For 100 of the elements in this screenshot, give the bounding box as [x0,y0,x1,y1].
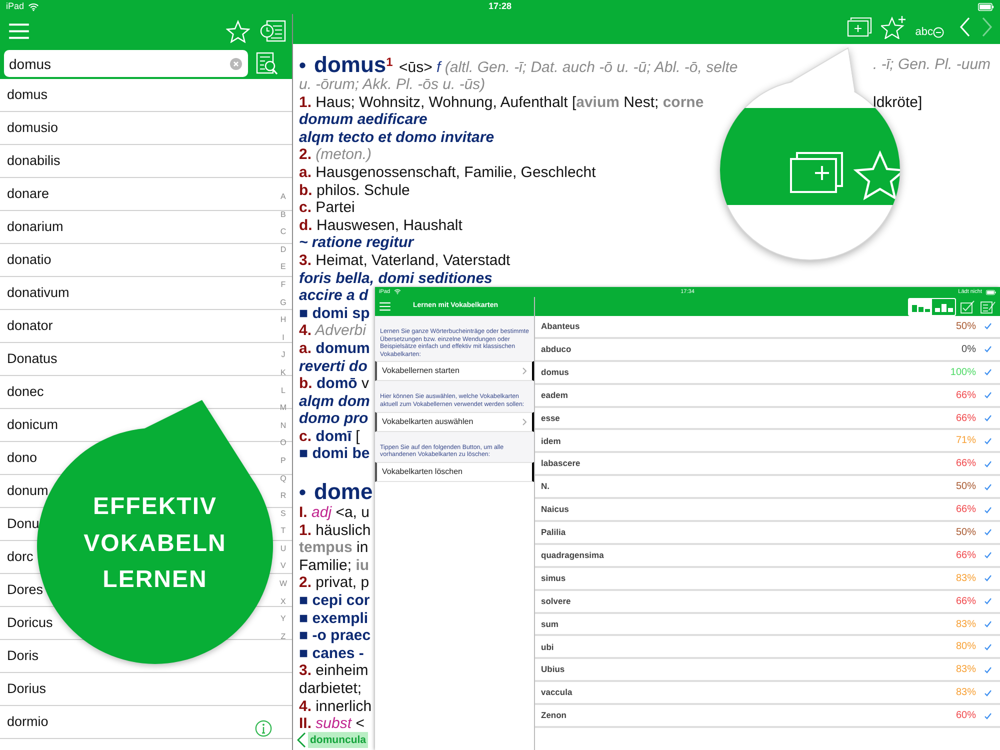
index-letter[interactable]: O [279,434,287,452]
check-icon[interactable] [984,460,992,468]
checkbox-edit-icon[interactable] [960,300,976,314]
minus-circle-icon [933,27,944,38]
list-item[interactable]: Dorius [7,678,46,700]
check-icon[interactable] [984,597,992,606]
back-link[interactable]: domuncula [308,732,368,748]
card-word: eadem [541,388,569,402]
index-letter[interactable]: Q [279,470,287,488]
menu-row[interactable]: Vokabellernen starten [375,361,534,382]
check-icon[interactable] [984,322,992,330]
entry-line: d. Hauswesen, Haushalt [299,216,462,234]
clock-time: 17:28 [488,0,512,14]
check-icon[interactable] [984,436,992,445]
index-letter[interactable]: R [279,487,287,505]
entry-line: c. Partei [299,199,355,217]
list-item[interactable]: Doris [7,646,39,666]
index-letter[interactable]: I [279,328,287,346]
index-letter[interactable]: V [279,557,287,576]
list-edit-icon[interactable] [980,300,996,314]
menu-row[interactable]: Vokabelkarten auswählen [375,412,534,432]
index-letter[interactable]: F [279,276,287,294]
card-word: N. [541,480,550,494]
check-icon[interactable] [984,551,992,560]
check-icon[interactable] [984,528,992,536]
index-letter[interactable]: L [279,382,287,400]
list-item[interactable]: donatio [7,250,52,270]
menu-icon[interactable] [8,22,30,40]
list-item[interactable]: donicum [7,414,58,436]
index-letter[interactable]: J [279,346,287,364]
index-letter[interactable]: N [279,416,287,434]
check-icon[interactable] [984,391,992,400]
back-icon[interactable] [958,16,972,38]
menu-icon[interactable] [379,302,391,311]
sort-alpha-tab[interactable] [909,298,932,314]
list-item[interactable]: donare [7,184,50,204]
list-item[interactable]: dono [7,448,38,468]
index-letter[interactable]: S [279,504,287,522]
index-letter[interactable]: G [279,294,287,312]
clear-icon[interactable] [230,58,242,70]
check-icon[interactable] [984,574,992,582]
list-item[interactable]: Donatus [7,348,58,370]
list-item[interactable]: dorc [7,546,34,568]
entry-line: b. philos. Schule [299,182,410,200]
list-item[interactable]: Doricus [7,612,53,634]
entry-line: I. adj <a, u [299,504,370,522]
list-item[interactable]: dormio [7,712,48,732]
check-icon[interactable] [984,666,992,674]
entry-line: ■ cepi cor [299,592,370,610]
list-item[interactable]: donator [7,316,53,336]
abc-button[interactable]: abc [915,14,944,40]
index-letter[interactable]: H [279,311,287,329]
entry-line: u. -ōrum; Akk. Pl. -ōs u. -ūs) [299,76,486,94]
list-item[interactable]: donarium [7,216,64,238]
check-icon[interactable] [984,414,992,422]
entry-line: ~ ratione regitur [299,234,414,252]
index-letter[interactable]: T [279,522,287,540]
card-word: esse [541,412,561,424]
search-field[interactable]: domus [4,50,248,77]
index-letter[interactable]: B [279,206,287,224]
check-icon[interactable] [984,345,992,354]
check-icon[interactable] [984,482,992,491]
list-item[interactable]: donec [7,382,44,402]
list-item[interactable]: donativum [7,282,70,304]
index-letter[interactable]: Y [279,610,287,628]
score-label: 71% [956,434,976,448]
index-letter[interactable]: K [279,364,287,382]
carrier-label: iPad [6,0,24,14]
card-add-icon[interactable] [847,17,874,37]
index-letter[interactable]: X [279,592,287,610]
document-search-icon[interactable] [256,52,278,76]
menu-row[interactable]: Vokabelkarten löschen [375,462,534,482]
entry-line: 3. einheim [299,662,368,680]
list-item[interactable]: domusio [7,118,58,138]
clock-list-icon[interactable] [260,20,286,42]
list-item[interactable]: donabilis [7,150,60,172]
index-letter[interactable]: M [279,399,287,417]
index-letter[interactable]: D [279,240,287,258]
list-item[interactable]: Donu [7,514,40,534]
list-item[interactable]: donum [7,480,48,502]
check-icon[interactable] [984,642,992,651]
index-letter[interactable]: E [279,258,287,276]
index-letter[interactable]: A [279,188,287,206]
info-icon[interactable] [255,720,272,737]
index-letter[interactable]: Z [279,628,287,646]
check-icon[interactable] [984,506,992,514]
card-word: idem [541,434,562,448]
battery-icon [978,3,994,11]
star-add-icon[interactable] [881,15,908,39]
index-letter[interactable]: U [279,540,287,558]
check-icon[interactable] [984,688,992,697]
index-letter[interactable]: W [279,575,287,593]
check-icon[interactable] [984,368,992,376]
index-letter[interactable]: C [279,223,287,241]
check-icon[interactable] [984,620,992,628]
index-letter[interactable]: P [279,452,287,470]
list-item[interactable]: domus [7,84,48,106]
star-icon[interactable] [226,20,250,42]
list-item[interactable]: Dores [7,580,44,600]
check-icon[interactable] [984,712,992,720]
